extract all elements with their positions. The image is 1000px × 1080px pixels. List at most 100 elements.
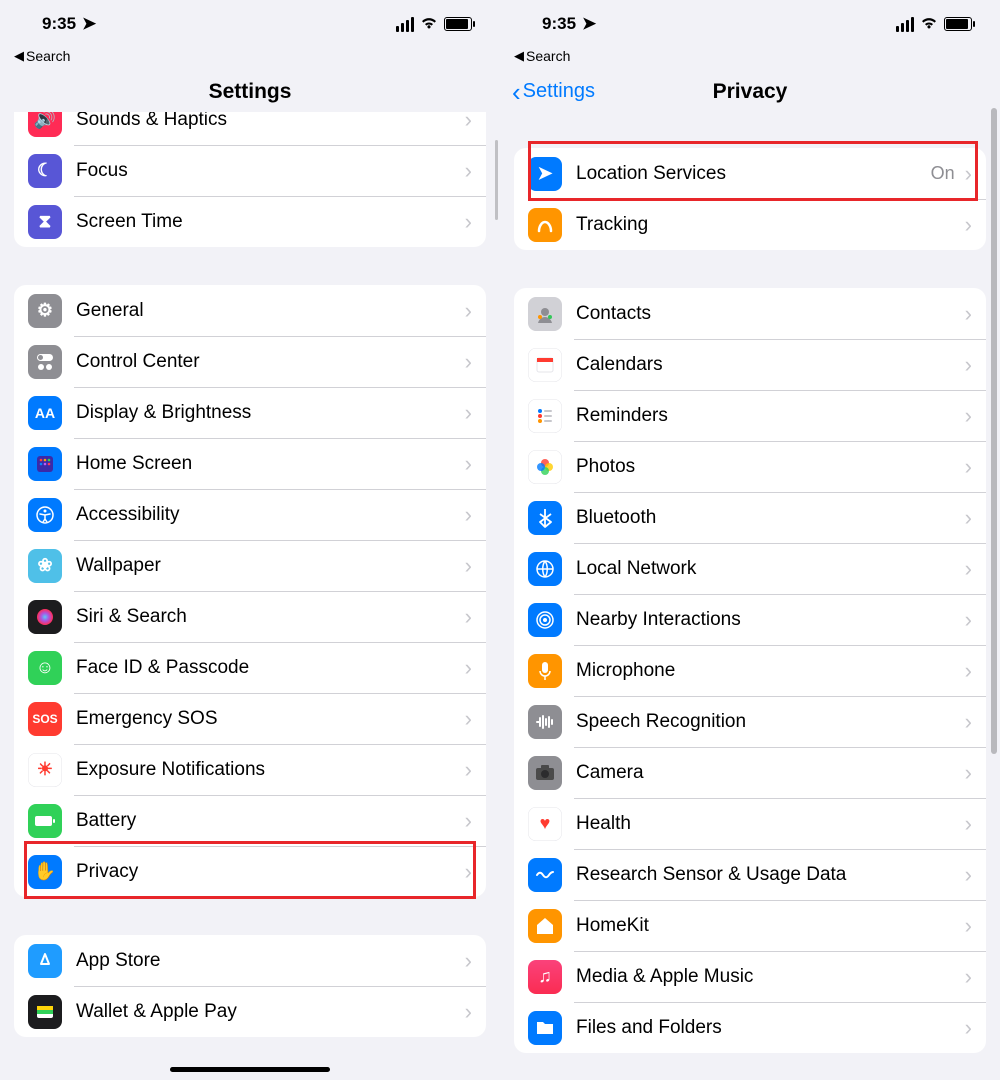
- row-label: Wallpaper: [76, 555, 465, 577]
- row-photos[interactable]: Photos ›: [514, 441, 986, 492]
- row-tracking[interactable]: Tracking ›: [514, 199, 986, 250]
- scroll-indicator: [495, 140, 498, 220]
- row-reminders[interactable]: Reminders ›: [514, 390, 986, 441]
- row-contacts[interactable]: Contacts ›: [514, 288, 986, 339]
- row-emergency-sos[interactable]: SOS Emergency SOS ›: [14, 693, 486, 744]
- row-control-center[interactable]: Control Center ›: [14, 336, 486, 387]
- chevron-right-icon: ›: [465, 209, 472, 235]
- row-home-screen[interactable]: Home Screen ›: [14, 438, 486, 489]
- screen-time-icon: ⧗: [28, 205, 62, 239]
- cellular-signal-icon: [896, 17, 914, 32]
- wifi-icon: [920, 15, 938, 34]
- row-health[interactable]: ♥ Health ›: [514, 798, 986, 849]
- row-display-brightness[interactable]: AA Display & Brightness ›: [14, 387, 486, 438]
- exposure-icon: ☀: [28, 753, 62, 787]
- row-label: Reminders: [576, 405, 965, 427]
- row-face-id[interactable]: ☺ Face ID & Passcode ›: [14, 642, 486, 693]
- battery-icon: [944, 17, 972, 31]
- row-focus[interactable]: ☾ Focus ›: [14, 145, 486, 196]
- wallet-icon: [28, 995, 62, 1029]
- row-app-store[interactable]: App Store ›: [14, 935, 486, 986]
- nav-header-right: ‹ Settings Privacy: [500, 68, 1000, 116]
- chevron-right-icon: ›: [465, 655, 472, 681]
- chevron-right-icon: ›: [465, 553, 472, 579]
- research-icon: [528, 858, 562, 892]
- nav-header-left: Settings: [0, 68, 500, 116]
- contacts-icon: [528, 297, 562, 331]
- row-label: Display & Brightness: [76, 402, 465, 424]
- chevron-right-icon: ›: [465, 859, 472, 885]
- page-scrollbar[interactable]: [991, 108, 997, 754]
- privacy-group-data: Contacts › Calendars › Reminders ›: [514, 288, 986, 1053]
- row-microphone[interactable]: Microphone ›: [514, 645, 986, 696]
- tracking-icon: [528, 208, 562, 242]
- chevron-right-icon: ›: [465, 948, 472, 974]
- row-local-network[interactable]: Local Network ›: [514, 543, 986, 594]
- row-nearby-interactions[interactable]: Nearby Interactions ›: [514, 594, 986, 645]
- battery-icon: [444, 17, 472, 31]
- row-general[interactable]: ⚙ General ›: [14, 285, 486, 336]
- row-label: Sounds & Haptics: [76, 112, 465, 131]
- chevron-right-icon: ›: [465, 808, 472, 834]
- screenshot-left-settings: 9:35 ➤ ◀ Search Settings 🔊 Sounds & Hapt…: [0, 0, 500, 1080]
- row-calendars[interactable]: Calendars ›: [514, 339, 986, 390]
- row-battery[interactable]: Battery ›: [14, 795, 486, 846]
- sos-icon: SOS: [28, 702, 62, 736]
- display-icon: AA: [28, 396, 62, 430]
- breadcrumb-back-search[interactable]: ◀ Search: [0, 48, 500, 68]
- breadcrumb-back-search[interactable]: ◀ Search: [500, 48, 1000, 68]
- status-bar: 9:35 ➤: [0, 0, 500, 48]
- nearby-icon: [528, 603, 562, 637]
- health-heart-icon: ♥: [528, 807, 562, 841]
- settings-scroll[interactable]: 🔊 Sounds & Haptics › ☾ Focus › ⧗ Screen …: [0, 112, 500, 1080]
- nav-back-settings[interactable]: ‹ Settings: [512, 68, 595, 115]
- row-homekit[interactable]: HomeKit ›: [514, 900, 986, 951]
- privacy-scroll[interactable]: ➤ Location Services On › Tracking › Cont…: [500, 118, 1000, 1080]
- battery-row-icon: [28, 804, 62, 838]
- row-label: Local Network: [576, 558, 965, 580]
- nav-back-label: Settings: [523, 80, 595, 103]
- home-indicator[interactable]: [170, 1067, 330, 1072]
- chevron-right-icon: ›: [965, 505, 972, 531]
- row-label: Exposure Notifications: [76, 759, 465, 781]
- home-screen-icon: [28, 447, 62, 481]
- row-label: Accessibility: [76, 504, 465, 526]
- row-screen-time[interactable]: ⧗ Screen Time ›: [14, 196, 486, 247]
- chevron-right-icon: ›: [965, 709, 972, 735]
- row-privacy[interactable]: ✋ Privacy ›: [14, 846, 486, 897]
- row-media-music[interactable]: ♫ Media & Apple Music ›: [514, 951, 986, 1002]
- row-speech-recognition[interactable]: Speech Recognition ›: [514, 696, 986, 747]
- status-time: 9:35: [542, 14, 576, 34]
- row-wallpaper[interactable]: ❀ Wallpaper ›: [14, 540, 486, 591]
- globe-icon: [528, 552, 562, 586]
- chevron-right-icon: ›: [465, 999, 472, 1025]
- row-wallet[interactable]: Wallet & Apple Pay ›: [14, 986, 486, 1037]
- gear-icon: ⚙: [28, 294, 62, 328]
- back-triangle-icon: ◀: [14, 48, 24, 64]
- row-label: Emergency SOS: [76, 708, 465, 730]
- breadcrumb-label: Search: [26, 48, 70, 64]
- row-sounds-haptics[interactable]: 🔊 Sounds & Haptics ›: [14, 112, 486, 145]
- row-accessibility[interactable]: Accessibility ›: [14, 489, 486, 540]
- calendar-icon: [528, 348, 562, 382]
- app-store-icon: [28, 944, 62, 978]
- row-camera[interactable]: Camera ›: [514, 747, 986, 798]
- row-bluetooth[interactable]: Bluetooth ›: [514, 492, 986, 543]
- chevron-right-icon: ›: [465, 757, 472, 783]
- row-siri-search[interactable]: Siri & Search ›: [14, 591, 486, 642]
- chevron-right-icon: ›: [465, 158, 472, 184]
- status-bar: 9:35 ➤: [500, 0, 1000, 48]
- row-label: Speech Recognition: [576, 711, 965, 733]
- sounds-icon: 🔊: [28, 112, 62, 137]
- chevron-right-icon: ›: [965, 658, 972, 684]
- row-research-sensor[interactable]: Research Sensor & Usage Data ›: [514, 849, 986, 900]
- chevron-right-icon: ›: [965, 862, 972, 888]
- row-location-services[interactable]: ➤ Location Services On ›: [514, 148, 986, 199]
- privacy-group-location: ➤ Location Services On › Tracking ›: [514, 148, 986, 250]
- row-exposure-notifications[interactable]: ☀ Exposure Notifications ›: [14, 744, 486, 795]
- row-label: Battery: [76, 810, 465, 832]
- screenshot-right-privacy: 9:35 ➤ ◀ Search ‹ Settings Privacy ➤ Loc…: [500, 0, 1000, 1080]
- chevron-right-icon: ›: [465, 298, 472, 324]
- row-files-folders[interactable]: Files and Folders ›: [514, 1002, 986, 1053]
- bluetooth-icon: [528, 501, 562, 535]
